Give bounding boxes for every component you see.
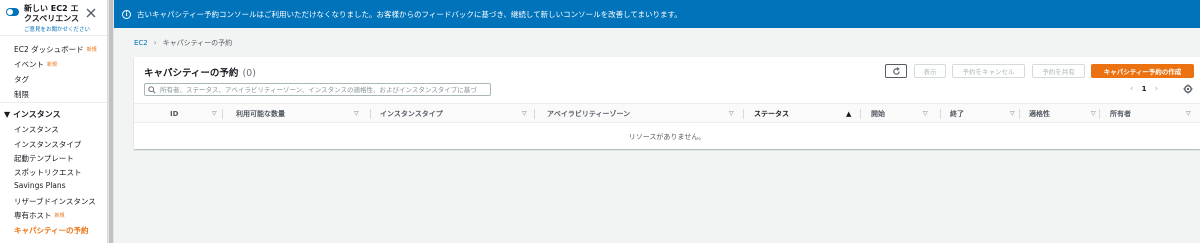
page-title: キャパシティーの予約 (0) [144,68,256,79]
column-id[interactable]: ID ▽ [170,104,218,123]
view-button[interactable]: 表示 [914,64,946,78]
sort-icon: ▽ [354,110,359,117]
column-divider[interactable] [940,109,941,119]
create-reservation-button[interactable]: キャパシティー予約の作成 [1091,64,1194,78]
close-icon[interactable] [86,8,96,18]
new-badge: 新規 [54,213,65,219]
page-number[interactable]: 1 [1142,85,1147,93]
sort-icon: ▽ [729,110,734,117]
caret-down-icon: ▼ [4,110,13,119]
share-reservation-button[interactable]: 予約を共有 [1032,64,1085,78]
sidebar-item-launch-templates[interactable]: 起動テンプレート [14,153,74,164]
sidebar-title: 新しい EC2 エクスペリエンス [24,4,80,23]
sidebar-item-instance-types[interactable]: インスタンスタイプ [14,139,81,150]
breadcrumb-current: キャパシティーの予約 [162,39,233,47]
sidebar-item-events[interactable]: イベント 新規 [14,59,57,70]
capacity-reservations-panel: キャパシティーの予約 (0) 表示 予約をキャンセル 予約を共有 キャパシティー予… [134,57,1200,149]
search-input[interactable] [160,85,490,94]
breadcrumb-ec2[interactable]: EC2 [134,39,148,47]
column-divider[interactable] [534,109,535,119]
sort-ascending-icon: ▲ [846,110,852,118]
sort-icon: ▽ [1186,110,1191,117]
sidebar: 新しい EC2 エクスペリエンス ご意見をお聞かせください EC2 ダッシュボー… [0,0,108,243]
column-divider[interactable] [743,109,744,119]
search-icon [148,85,156,94]
notification-banner: i 古いキャパシティー予約コンソールはご利用いただけなくなりました。お客様からの… [114,0,1200,28]
column-eligibility[interactable]: 適格性 ▽ [1029,104,1099,123]
empty-state-message: リソースがありません。 [628,133,706,141]
column-divider[interactable] [370,109,371,119]
scrollbar-thumb[interactable] [109,0,113,243]
sidebar-section-instances[interactable]: ▼ インスタンス [4,109,61,120]
sidebar-header: 新しい EC2 エクスペリエンス ご意見をお聞かせください [0,0,107,36]
column-divider[interactable] [860,109,861,119]
sidebar-item-limits[interactable]: 制限 [14,89,29,100]
sidebar-item-tags[interactable]: タグ [14,74,29,85]
item-count: (0) [242,68,256,79]
refresh-icon [892,66,900,75]
new-experience-toggle[interactable] [6,8,19,16]
sort-icon: ▽ [923,110,928,117]
column-instance-type[interactable]: インスタンスタイプ ▽ [380,104,530,123]
sidebar-item-dedicated-hosts[interactable]: 専有ホスト 新規 [14,210,65,221]
sidebar-item-capacity-reservations[interactable]: キャパシティーの予約 [14,225,89,236]
pagination: ‹ 1 › [1130,84,1158,94]
new-badge: 新規 [86,47,97,53]
column-end[interactable]: 終了 ▽ [950,104,1020,123]
sidebar-item-instances[interactable]: インスタンス [14,124,59,135]
info-icon: i [122,9,131,19]
sidebar-item-reserved-instances[interactable]: リザーブドインスタンス [14,196,96,207]
new-badge: 新規 [47,62,58,68]
sort-icon: ▽ [212,110,217,117]
gear-icon[interactable] [1183,84,1193,94]
next-page-icon[interactable]: › [1154,84,1158,94]
column-available-quantity[interactable]: 利用可能な数量 ▽ [236,104,366,123]
breadcrumb: EC2 › キャパシティーの予約 [134,38,232,48]
refresh-button[interactable] [885,64,907,78]
sidebar-item-savings-plans[interactable]: Savings Plans [14,181,66,190]
column-divider[interactable] [1099,109,1100,119]
search-box[interactable] [144,83,491,96]
chevron-right-icon: › [153,39,157,47]
cancel-reservation-button[interactable]: 予約をキャンセル [952,64,1025,78]
column-divider[interactable] [1019,109,1020,119]
sidebar-divider [0,102,107,103]
sort-icon: ▽ [1091,110,1096,117]
column-owner[interactable]: 所有者 ▽ [1110,104,1191,123]
column-divider[interactable] [222,109,223,119]
table-header: ID ▽ 利用可能な数量 ▽ インスタンスタイプ ▽ アベイラビリティーゾーン ▽ ステ… [134,103,1200,123]
feedback-link[interactable]: ご意見をお聞かせください [24,25,90,33]
column-status[interactable]: ステータス ▲ [754,104,854,123]
sidebar-scrollbar[interactable] [108,0,114,243]
sidebar-item-spot-requests[interactable]: スポットリクエスト [14,167,82,178]
column-availability-zone[interactable]: アベイラビリティーゾーン ▽ [547,104,741,123]
column-start[interactable]: 開始 ▽ [871,104,931,123]
banner-message: 古いキャパシティー予約コンソールはご利用いただけなくなりました。お客様からのフィ… [137,9,682,19]
sort-icon: ▽ [1010,110,1015,117]
sort-icon: ▽ [522,110,527,117]
prev-page-icon[interactable]: ‹ [1130,84,1134,94]
sidebar-item-dashboard[interactable]: EC2 ダッシュボード 新規 [14,44,97,55]
